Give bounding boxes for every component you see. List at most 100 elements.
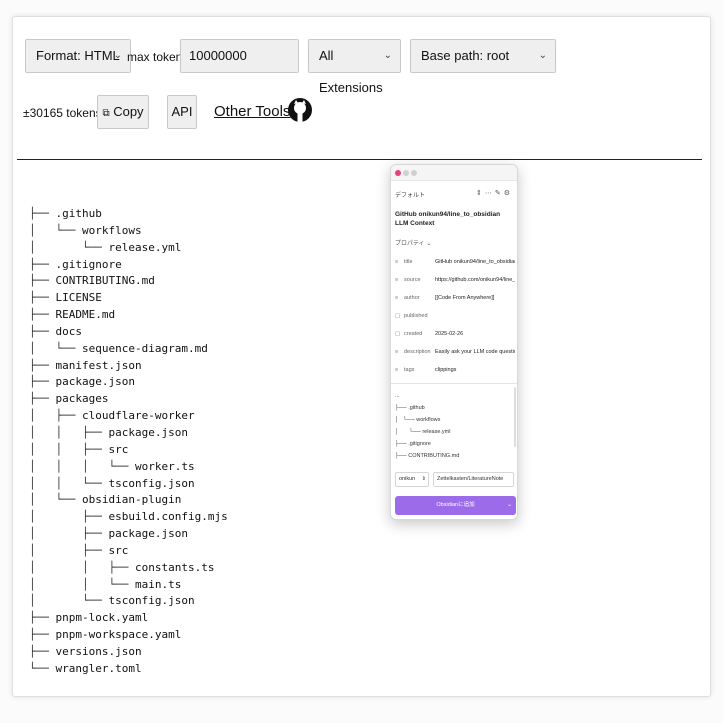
extensions-select-label: All Extensions (319, 48, 383, 95)
tree-branch: └── (29, 661, 56, 675)
popup-toolbar-icons: ⇕⋯✎⚙ (476, 189, 513, 197)
select-arrows-icon[interactable]: ⇕ (476, 190, 485, 197)
chevron-down-icon: ⌄ (113, 50, 122, 61)
zoom-dot[interactable] (411, 170, 417, 176)
tree-item-name: CONTRIBUTING.md (55, 274, 155, 288)
property-key: description (404, 349, 431, 355)
base-path-select-label: Base path: root (421, 48, 510, 63)
vault-select[interactable]: onikun ⇕ (395, 472, 429, 487)
api-button[interactable]: API (167, 95, 197, 129)
tree-branch: │ ├── (29, 409, 82, 423)
format-select[interactable]: Format: HTML ⌄ (25, 39, 131, 73)
token-count: ±30165 tokens (23, 106, 102, 120)
tree-row: ├── package.json (29, 374, 389, 391)
tree-item-name: obsidian-plugin (81, 493, 182, 507)
tree-branch: ├── (29, 358, 56, 372)
tree-branch: │ │ ├── (29, 442, 109, 456)
tree-row: ├── docs (29, 324, 389, 341)
scrollbar[interactable] (514, 387, 516, 447)
property-row[interactable]: ▢ published (395, 311, 515, 321)
other-tools-link[interactable]: Other Tools (214, 103, 290, 120)
tree-item-name: .github (55, 207, 102, 220)
tree-row: ├── manifest.json (29, 358, 389, 375)
text-property-icon: ≡ (395, 277, 399, 283)
property-value[interactable]: clippings (435, 365, 515, 375)
tree-branch: ├── (29, 628, 56, 642)
copy-button-label: Copy (113, 104, 144, 119)
property-row[interactable]: ≡ author [[Code From Anywhere]] (395, 293, 515, 303)
property-row[interactable]: ≡ description Easily ask your LLM code que… (395, 347, 515, 357)
tree-branch: ├── (29, 207, 56, 220)
gear-icon[interactable]: ⚙ (504, 190, 513, 197)
add-to-obsidian-label: Obsidianに追加 (436, 502, 475, 508)
tree-item-name: wrangler.toml (55, 661, 142, 675)
extensions-select[interactable]: All Extensions ⌄ (308, 39, 401, 95)
tree-branch: │ └── (29, 223, 82, 237)
path-input[interactable]: Zettelkasten/LiteratureNote (433, 472, 514, 487)
tree-row: │ │ └── tsconfig.json (29, 476, 389, 493)
more-icon[interactable]: ⋯ (485, 190, 495, 197)
property-row[interactable]: ▢ created 2025-02-26 (395, 329, 515, 339)
tree-row: │ ├── cloudflare-worker (29, 408, 389, 425)
max-tokens-input[interactable]: 10000000 (180, 39, 299, 73)
github-icon[interactable] (287, 91, 313, 129)
tree-item-name: packages (55, 392, 109, 406)
popup-titlebar (391, 165, 517, 181)
add-to-obsidian-button[interactable]: Obsidianに追加 ⌄ (395, 496, 516, 515)
tree-item-name: package.json (108, 527, 188, 541)
property-value[interactable]: GitHub onikun94/line_to_obsidian L (435, 257, 515, 267)
property-value[interactable]: https://github.com/onikun94/line_tc (435, 275, 515, 285)
tree-item-name: constants.ts (134, 560, 215, 574)
template-select[interactable]: デフォルト (395, 190, 425, 199)
tree-row: │ └── tsconfig.json (29, 593, 389, 610)
tree-branch: │ └── (29, 240, 109, 254)
text-property-icon: ≡ (395, 295, 399, 301)
highlight-icon[interactable]: ✎ (495, 190, 504, 197)
property-key: source (404, 277, 421, 283)
note-title[interactable]: GitHub onikun94/line_to_obsidian LLM Con… (395, 210, 513, 228)
tree-row: ├── versions.json (29, 644, 389, 661)
tree-branch: │ └── (29, 594, 109, 608)
tree-item-name: tsconfig.json (108, 476, 195, 490)
property-key: published (404, 313, 428, 319)
chevron-down-icon: ⌄ (426, 241, 432, 247)
tree-row: ├── pnpm-workspace.yaml (29, 627, 389, 644)
tree-row: │ └── workflows (29, 223, 389, 240)
chevron-down-icon[interactable]: ⌄ (507, 496, 512, 515)
tree-item-name: versions.json (55, 644, 142, 658)
tree-branch: ├── (29, 611, 56, 625)
property-value[interactable]: 2025-02-26 (435, 329, 515, 339)
property-value[interactable]: [[Code From Anywhere]] (435, 293, 515, 303)
tree-item-name: src (108, 543, 129, 557)
close-dot[interactable] (395, 170, 401, 176)
tree-row: │ ├── esbuild.config.mjs (29, 509, 389, 526)
tree-branch: ├── (29, 274, 56, 288)
tree-branch: ├── (29, 291, 56, 305)
tree-item-name: release.yml (108, 240, 182, 254)
minimize-dot[interactable] (403, 170, 409, 176)
tree-item-name: sequence-diagram.md (81, 341, 208, 355)
date-property-icon: ▢ (395, 313, 401, 319)
property-row[interactable]: ≡ title GitHub onikun94/line_to_obsidian L (395, 257, 515, 267)
property-value[interactable]: Easily ask your LLM code questions (435, 347, 515, 357)
note-content[interactable]: ... ├── .github │ └── workflows │ └── re… (395, 390, 513, 462)
tree-item-name: src (108, 442, 129, 456)
property-row[interactable]: ≡ tags clippings (395, 365, 515, 375)
tree-row: │ │ └── main.ts (29, 577, 389, 594)
tree-item-name: workflows (81, 223, 142, 237)
tree-branch: ├── (29, 644, 56, 658)
text-property-icon: ≡ (395, 367, 399, 373)
tree-item-name: README.md (55, 308, 116, 322)
tree-item-name: docs (55, 324, 83, 338)
copy-button[interactable]: ⧉ Copy (97, 95, 149, 129)
tree-item-name: cloudflare-worker (81, 409, 195, 423)
clipper-popup: デフォルト ⇕⋯✎⚙ GitHub onikun94/line_to_obsid… (390, 164, 518, 520)
properties-toggle[interactable]: プロパティ ⌄ (395, 238, 431, 247)
tree-row: ├── packages (29, 391, 389, 408)
base-path-select[interactable]: Base path: root ⌄ (410, 39, 556, 73)
property-row[interactable]: ≡ source https://github.com/onikun94/line_… (395, 275, 515, 285)
tree-row: ├── pnpm-lock.yaml (29, 610, 389, 627)
property-key: author (404, 295, 420, 301)
tree-row: ├── CONTRIBUTING.md (29, 273, 389, 290)
tree-branch: ├── (29, 392, 56, 406)
